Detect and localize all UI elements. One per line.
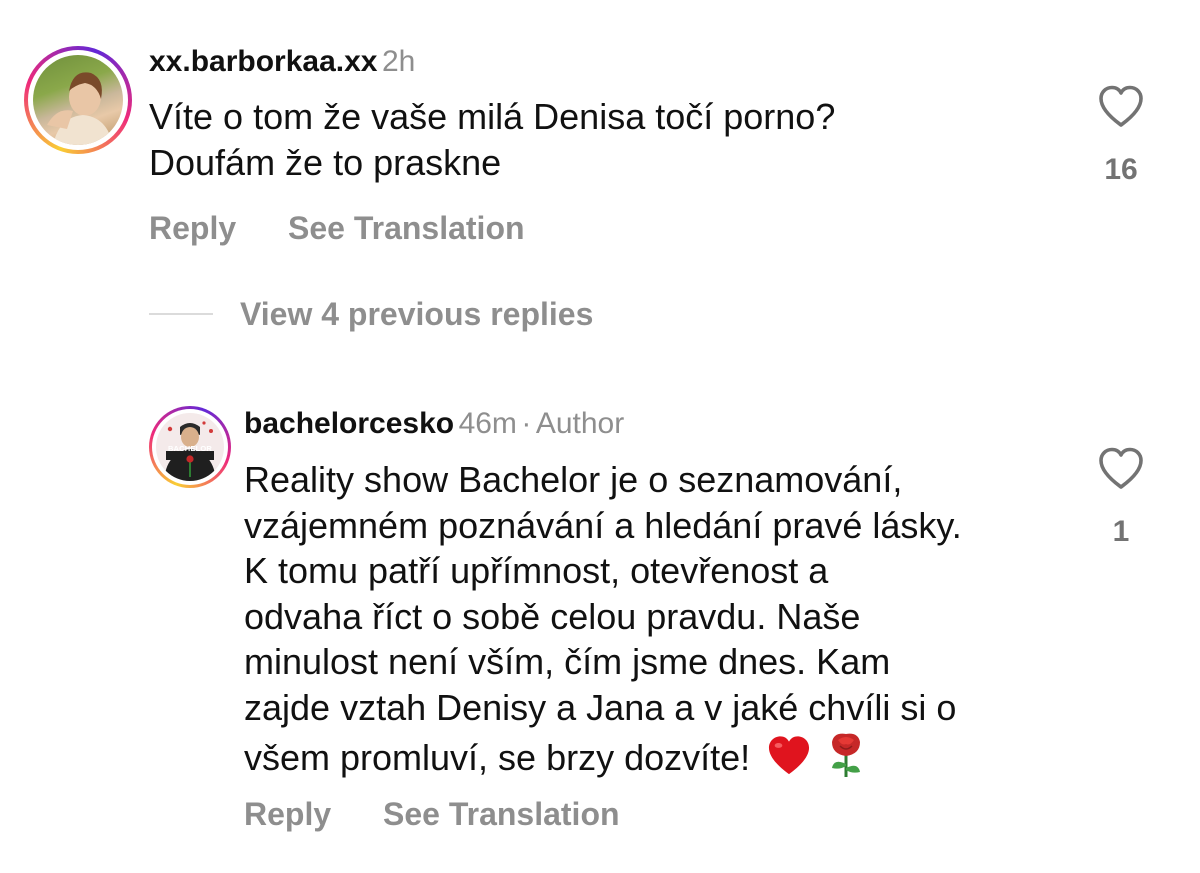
replies-divider <box>149 313 213 315</box>
reply-text-line: zajde vztah Denisy a Jana a v jaké chvíl… <box>244 686 957 728</box>
comments-thread: xx.barborkaa.xx 2h Víte o tom že vaše mi… <box>0 0 1200 873</box>
meta-separator: · <box>521 407 532 440</box>
comment-header: xx.barborkaa.xx 2h <box>149 45 415 79</box>
like-button[interactable] <box>1096 84 1146 133</box>
comment-text-line: Doufám že to praskne <box>149 141 502 183</box>
reply-text-line: minulost není vším, čím jsme dnes. Kam <box>244 641 891 682</box>
avatar-photo <box>33 55 123 145</box>
timestamp: 46m <box>458 407 517 440</box>
avatar[interactable]: BACHELOR <box>149 406 231 488</box>
reply-text-line-last: všem promluví, se brzy dozvíte! <box>244 730 962 789</box>
reply-text-line: Reality show Bachelor je o seznamování, <box>244 459 903 500</box>
reply-button[interactable]: Reply <box>149 210 236 247</box>
comment-text: Víte o tom že vaše milá Denisa točí porn… <box>149 94 835 185</box>
reply-text-line: odvaha říct o sobě celou pravdu. Naše <box>244 595 861 637</box>
avatar-photo: BACHELOR <box>156 413 224 481</box>
reply-header: bachelorcesko 46m · Author <box>244 407 624 441</box>
like-count: 16 <box>1104 153 1138 186</box>
author-badge: Author <box>535 407 625 440</box>
heart-emoji-icon <box>766 734 812 787</box>
view-replies-button[interactable]: View 4 previous replies <box>240 296 593 333</box>
avatar-brand-text: BACHELOR <box>167 444 213 453</box>
heart-outline-icon <box>1099 85 1143 127</box>
like-count: 1 <box>1112 515 1130 548</box>
timestamp: 2h <box>381 45 416 78</box>
heart-outline-icon <box>1099 447 1143 489</box>
reply-text-line: vzájemném poznávání a hledání pravé lásk… <box>244 504 962 546</box>
reply-text-line: K tomu patří upřímnost, otevřenost a <box>244 550 829 591</box>
username[interactable]: bachelorcesko <box>244 407 454 440</box>
avatar[interactable] <box>24 46 132 154</box>
reply-button[interactable]: Reply <box>244 796 331 833</box>
username[interactable]: xx.barborkaa.xx <box>149 45 377 78</box>
comment-text-line: Víte o tom že vaše milá Denisa točí porn… <box>149 96 836 137</box>
reply-text: Reality show Bachelor je o seznamování, … <box>244 457 962 789</box>
see-translation-button[interactable]: See Translation <box>288 210 525 247</box>
rose-emoji-icon <box>824 730 868 789</box>
see-translation-button[interactable]: See Translation <box>383 796 620 833</box>
like-button[interactable] <box>1096 446 1146 495</box>
reply-text-line: všem promluví, se brzy dozvíte! <box>244 737 751 778</box>
